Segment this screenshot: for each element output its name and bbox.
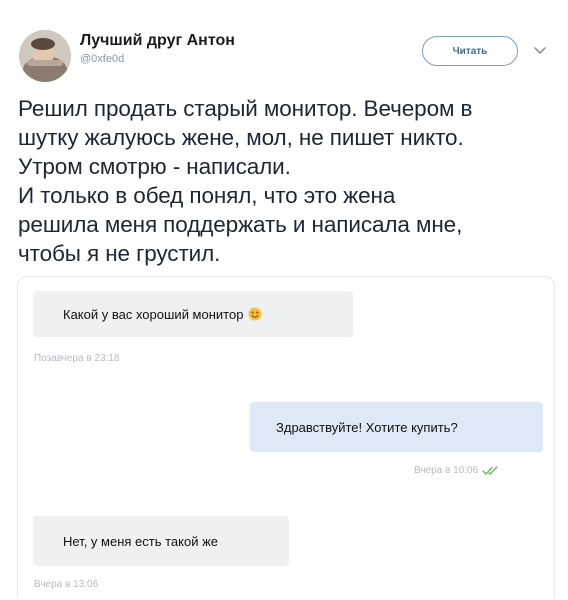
tweet-line: Решил продать старый монитор. Вечером в xyxy=(18,96,473,121)
message-timestamp: Позавчера в 23:18 xyxy=(34,353,120,364)
tweet-line: И только в обед понял, что это жена xyxy=(18,183,396,208)
message-timestamp: Вчера в 13:06 xyxy=(34,579,99,590)
avatar-image xyxy=(19,30,71,82)
smiling-heart-eyes-emoji xyxy=(248,307,262,321)
tweet-header: Лучший друг Антон @0xfe0d Читать xyxy=(0,0,568,88)
message-bubble-incoming: Нет, у меня есть такой же xyxy=(33,516,289,566)
tweet-line: Утром смотрю - написали. xyxy=(18,154,291,179)
tweet-line: чтобы я не грустил. xyxy=(18,241,221,266)
message-bubble-incoming: Какой у вас хороший монитор xyxy=(33,291,353,337)
message-text: Нет, у меня есть такой же xyxy=(63,533,219,549)
message-timestamp: Вчера в 10:06 xyxy=(414,465,500,476)
chevron-down-icon[interactable] xyxy=(532,44,548,58)
message-text: Здравствуйте! Хотите купить? xyxy=(276,419,458,435)
tweet-line: шутку жалуюсь жене, мол, не пишет никто. xyxy=(18,125,464,150)
author-handle[interactable]: @0xfe0d xyxy=(80,53,124,65)
follow-button[interactable]: Читать xyxy=(422,36,518,66)
author-name[interactable]: Лучший друг Антон xyxy=(80,32,235,50)
avatar[interactable] xyxy=(19,30,71,82)
tweet-line: решила меня поддержать и написала мне, xyxy=(18,212,463,237)
message-bubble-outgoing: Здравствуйте! Хотите купить? xyxy=(250,402,543,452)
read-double-check-icon xyxy=(482,465,498,475)
chat-screenshot-card[interactable]: Какой у вас хороший монитор Позавчера в … xyxy=(17,276,555,598)
message-text: Какой у вас хороший монитор xyxy=(63,306,244,322)
tweet-text: Решил продать старый монитор. Вечером в … xyxy=(18,94,558,268)
